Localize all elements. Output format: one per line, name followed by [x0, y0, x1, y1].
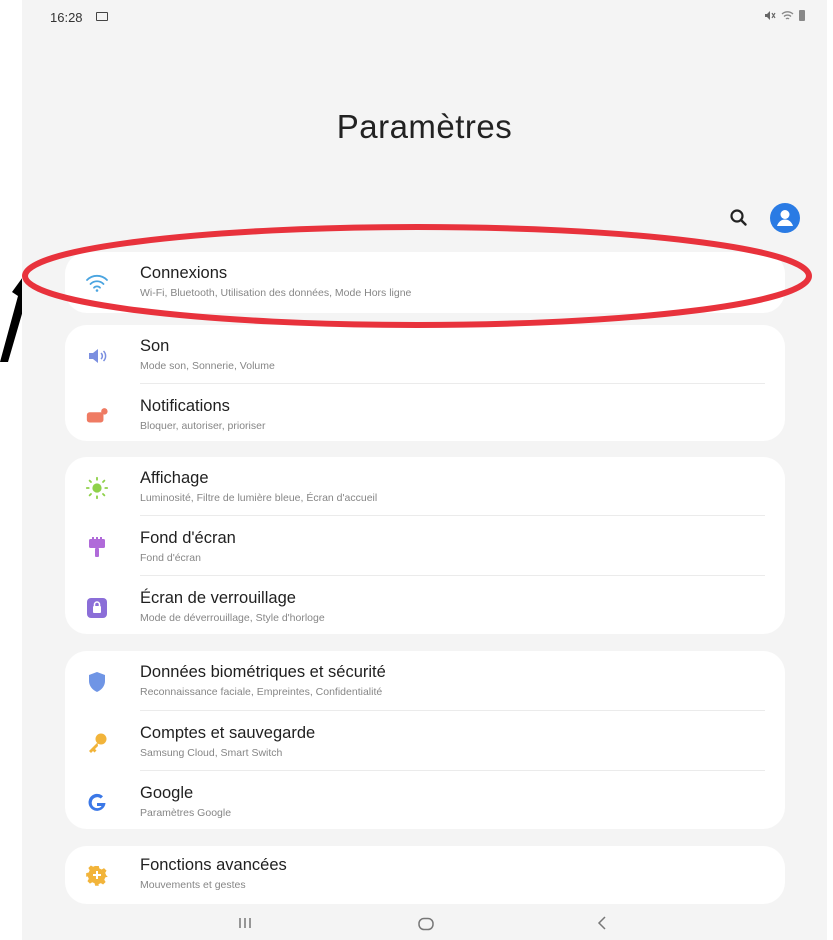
wifi-status-icon: [781, 11, 794, 20]
status-icons: [764, 10, 805, 21]
status-bar: 16:28: [22, 0, 827, 34]
divider: [140, 575, 765, 576]
home-button[interactable]: [417, 917, 435, 936]
divider: [140, 710, 765, 711]
settings-item-biometrie[interactable]: Données biométriques et sécurité Reconna…: [65, 651, 785, 712]
item-subtitle: Reconnaissance faciale, Empreintes, Conf…: [140, 686, 383, 698]
settings-group-display: Affichage Luminosité, Filtre de lumière …: [65, 457, 785, 634]
back-button[interactable]: [596, 915, 608, 936]
item-title: Écran de verrouillage: [140, 589, 296, 607]
recents-icon: [239, 918, 251, 928]
divider: [140, 383, 765, 384]
lock-icon: [85, 596, 109, 620]
item-title: Fond d'écran: [140, 529, 236, 547]
navigation-bar: [22, 906, 827, 940]
settings-item-ecran-verrouillage[interactable]: Écran de verrouillage Mode de déverrouil…: [65, 577, 785, 638]
item-subtitle: Mouvements et gestes: [140, 879, 246, 891]
gear-plus-icon: [85, 863, 109, 887]
item-subtitle: Mode son, Sonnerie, Volume: [140, 360, 275, 372]
settings-group-security: Données biométriques et sécurité Reconna…: [65, 651, 785, 829]
item-title: Son: [140, 337, 170, 355]
item-title: Données biométriques et sécurité: [140, 663, 386, 681]
status-time: 16:28: [50, 10, 83, 25]
settings-item-affichage[interactable]: Affichage Luminosité, Filtre de lumière …: [65, 457, 785, 518]
settings-group-sound: Son Mode son, Sonnerie, Volume Notificat…: [65, 325, 785, 441]
shield-icon: [85, 670, 109, 694]
item-title: Affichage: [140, 469, 209, 487]
divider: [140, 770, 765, 771]
item-subtitle: Bloquer, autoriser, prioriser: [140, 420, 266, 432]
item-subtitle: Samsung Cloud, Smart Switch: [140, 747, 283, 759]
search-icon: [730, 209, 747, 226]
settings-item-son[interactable]: Son Mode son, Sonnerie, Volume: [65, 325, 785, 386]
settings-item-connexions[interactable]: Connexions Wi-Fi, Bluetooth, Utilisation…: [65, 252, 785, 313]
account-button[interactable]: [770, 203, 800, 233]
recents-button[interactable]: [237, 916, 253, 935]
item-title: Notifications: [140, 397, 230, 415]
settings-group-connections: Connexions Wi-Fi, Bluetooth, Utilisation…: [65, 252, 785, 313]
wallpaper-brush-icon: [85, 536, 109, 560]
gallery-notification-icon: [96, 12, 108, 21]
settings-screen: 16:28 Paramètres Connexions Wi-Fi, Bluet…: [22, 0, 827, 940]
notifications-icon: [85, 404, 109, 428]
item-subtitle: Paramètres Google: [140, 807, 232, 819]
mute-icon: [765, 11, 776, 20]
wifi-icon: [85, 271, 109, 295]
item-title: Fonctions avancées: [140, 856, 287, 874]
speaker-icon: [85, 344, 109, 368]
item-subtitle: Fond d'écran: [140, 552, 201, 564]
settings-item-comptes[interactable]: Comptes et sauvegarde Samsung Cloud, Sma…: [65, 712, 785, 773]
profile-icon: [777, 210, 793, 226]
item-title: Comptes et sauvegarde: [140, 724, 316, 742]
home-icon: [418, 917, 434, 931]
brightness-icon: [85, 476, 109, 500]
settings-item-notifications[interactable]: Notifications Bloquer, autoriser, priori…: [65, 385, 785, 446]
settings-item-google[interactable]: Google Paramètres Google: [65, 772, 785, 833]
divider: [140, 515, 765, 516]
item-title: Google: [140, 784, 194, 802]
item-subtitle: Luminosité, Filtre de lumière bleue, Écr…: [140, 492, 378, 504]
battery-icon: [799, 10, 805, 21]
page-title: Paramètres: [336, 108, 513, 145]
key-icon: [85, 731, 109, 755]
item-title: Connexions: [140, 264, 228, 282]
search-button[interactable]: [726, 205, 752, 231]
settings-item-fonctions-avancees[interactable]: Fonctions avancées Mouvements et gestes: [65, 844, 785, 905]
item-subtitle: Mode de déverrouillage, Style d'horloge: [140, 612, 325, 624]
item-subtitle: Wi-Fi, Bluetooth, Utilisation des donnée…: [140, 287, 412, 299]
google-icon: [85, 791, 109, 815]
back-icon: [597, 916, 606, 930]
settings-item-fond-ecran[interactable]: Fond d'écran Fond d'écran: [65, 517, 785, 578]
settings-group-advanced: Fonctions avancées Mouvements et gestes: [65, 846, 785, 904]
